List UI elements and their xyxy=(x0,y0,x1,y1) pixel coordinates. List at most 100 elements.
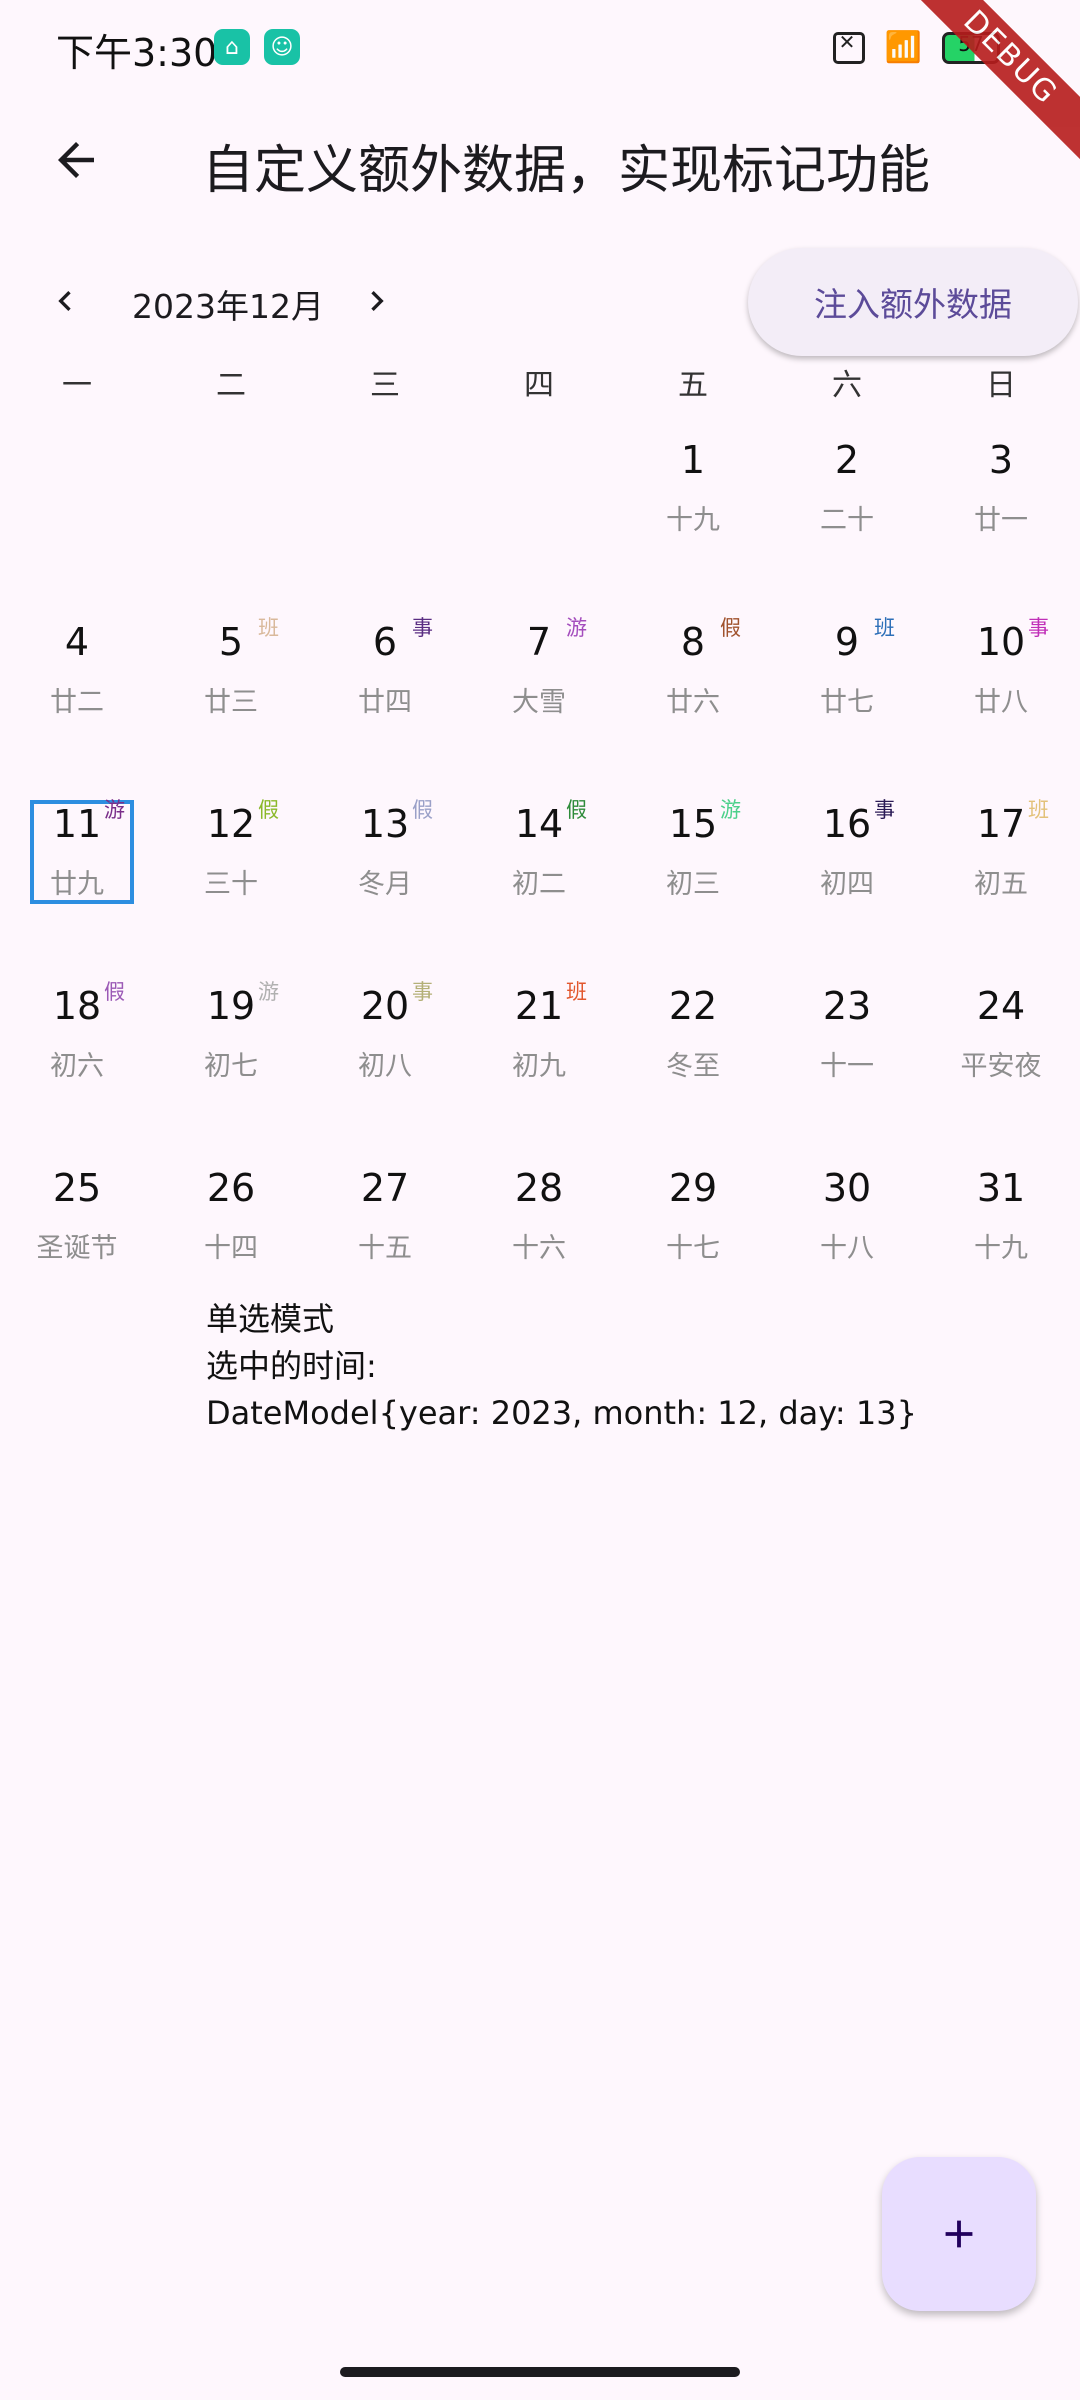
lunar-date: 初二 xyxy=(512,869,566,900)
day-number: 29 xyxy=(668,1166,718,1210)
lunar-date: 十六 xyxy=(512,1233,566,1264)
day-mark-badge: 假 xyxy=(104,980,125,1004)
day-number: 5 xyxy=(218,620,244,664)
day-number: 22 xyxy=(668,984,718,1028)
day-cell[interactable]: 23 十一 xyxy=(770,966,924,1148)
chevron-left-icon[interactable] xyxy=(38,274,92,328)
day-mark-badge: 事 xyxy=(874,798,895,822)
day-mark-badge: 游 xyxy=(720,798,741,822)
home-app-icon: ⌂ xyxy=(214,29,250,65)
lunar-date: 圣诞节 xyxy=(36,1233,118,1264)
day-number: 26 xyxy=(206,1166,256,1210)
lunar-date: 廿八 xyxy=(974,687,1028,718)
lunar-date: 十五 xyxy=(358,1233,412,1264)
day-cell[interactable]: 21 初九 班 xyxy=(462,966,616,1148)
day-cell[interactable]: 19 初七 游 xyxy=(154,966,308,1148)
day-number: 7 xyxy=(526,620,552,664)
day-cell[interactable]: 9 廿七 班 xyxy=(770,602,924,784)
day-mark-badge: 事 xyxy=(1028,616,1049,640)
lunar-date: 十八 xyxy=(820,1233,874,1264)
day-cell[interactable]: 20 初八 事 xyxy=(308,966,462,1148)
day-cell[interactable]: 24 平安夜 xyxy=(924,966,1078,1148)
day-cell[interactable]: 13 冬月 假 xyxy=(308,784,462,966)
no-sim-icon xyxy=(832,30,865,64)
day-cell[interactable]: 11 廿九 游 xyxy=(0,784,154,966)
lunar-date: 初六 xyxy=(50,1051,104,1082)
lunar-date: 初七 xyxy=(204,1051,258,1082)
day-mark-badge: 事 xyxy=(412,980,433,1004)
day-cell[interactable]: 2 二十 xyxy=(770,420,924,602)
lunar-date: 十七 xyxy=(666,1233,720,1264)
day-number: 17 xyxy=(976,802,1026,846)
lunar-date: 廿九 xyxy=(50,869,104,900)
day-number: 3 xyxy=(988,438,1014,482)
page-title: 自定义额外数据，实现标记功能 xyxy=(202,141,931,201)
day-number: 13 xyxy=(360,802,410,846)
day-number: 28 xyxy=(514,1166,564,1210)
day-number: 15 xyxy=(668,802,718,846)
lunar-date: 冬至 xyxy=(666,1051,720,1082)
app-bar: 自定义额外数据，实现标记功能 xyxy=(0,110,1080,210)
lunar-date: 三十 xyxy=(204,869,258,900)
lunar-date: 十九 xyxy=(974,1233,1028,1264)
day-cell[interactable]: 8 廿六 假 xyxy=(616,602,770,784)
day-number: 8 xyxy=(680,620,706,664)
day-mark-badge: 班 xyxy=(258,616,279,640)
day-cell[interactable]: 10 廿八 事 xyxy=(924,602,1078,784)
weekday-header: 一二三四五六日 xyxy=(0,360,1080,420)
day-cell[interactable]: 6 廿四 事 xyxy=(308,602,462,784)
day-cell[interactable]: 22 冬至 xyxy=(616,966,770,1148)
day-number: 18 xyxy=(52,984,102,1028)
lunar-date: 廿一 xyxy=(974,505,1028,536)
day-cell[interactable]: 7 大雪 游 xyxy=(462,602,616,784)
day-number: 11 xyxy=(52,802,102,846)
day-number: 12 xyxy=(206,802,256,846)
day-mark-badge: 游 xyxy=(258,980,279,1004)
day-cell[interactable]: 4 廿二 xyxy=(0,602,154,784)
day-number: 24 xyxy=(976,984,1026,1028)
day-mark-badge: 假 xyxy=(566,798,587,822)
gesture-nav-handle[interactable] xyxy=(340,2367,740,2377)
lunar-date: 平安夜 xyxy=(960,1051,1042,1082)
day-cell[interactable]: 1 十九 xyxy=(616,420,770,602)
add-button[interactable] xyxy=(882,2157,1036,2311)
day-cell[interactable]: 14 初二 假 xyxy=(462,784,616,966)
day-cell[interactable]: 25 圣诞节 xyxy=(0,1148,154,1330)
weekday-label: 二 xyxy=(216,368,246,403)
selection-mode-text: 单选模式 xyxy=(206,1300,335,1338)
day-number: 2 xyxy=(834,438,860,482)
day-number: 6 xyxy=(372,620,398,664)
lunar-date: 廿六 xyxy=(666,687,720,718)
lunar-date: 大雪 xyxy=(512,687,566,718)
weekday-label: 四 xyxy=(524,368,554,403)
day-cell[interactable]: 15 初三 游 xyxy=(616,784,770,966)
day-cell[interactable]: 31 十九 xyxy=(924,1148,1078,1330)
day-cell[interactable]: 16 初四 事 xyxy=(770,784,924,966)
month-navigation: 2023年12月 注入额外数据 xyxy=(0,248,1080,356)
selected-time-label: 选中的时间: xyxy=(206,1347,377,1385)
lunar-date: 廿二 xyxy=(50,687,104,718)
chevron-right-icon[interactable] xyxy=(350,274,404,328)
back-arrow-icon[interactable] xyxy=(40,124,112,196)
day-cell[interactable]: 3 廿一 xyxy=(924,420,1078,602)
status-time: 下午3:30 xyxy=(56,31,218,75)
lunar-date: 十四 xyxy=(204,1233,258,1264)
day-mark-badge: 假 xyxy=(720,616,741,640)
month-label: 2023年12月 xyxy=(132,287,324,326)
inject-extra-data-button[interactable]: 注入额外数据 xyxy=(748,248,1078,356)
selected-time-value: DateModel{year: 2023, month: 12, day: 13… xyxy=(206,1394,917,1432)
day-number: 30 xyxy=(822,1166,872,1210)
day-cell[interactable]: 18 初六 假 xyxy=(0,966,154,1148)
day-number: 31 xyxy=(976,1166,1026,1210)
day-number: 20 xyxy=(360,984,410,1028)
day-cell[interactable]: 5 廿三 班 xyxy=(154,602,308,784)
weekday-label: 一 xyxy=(62,368,92,403)
day-number: 14 xyxy=(514,802,564,846)
day-cell[interactable]: 12 三十 假 xyxy=(154,784,308,966)
day-mark-badge: 班 xyxy=(566,980,587,1004)
day-cell[interactable]: 17 初五 班 xyxy=(924,784,1078,966)
day-number: 9 xyxy=(834,620,860,664)
day-number: 25 xyxy=(52,1166,102,1210)
weekday-label: 五 xyxy=(678,368,708,403)
lunar-date: 初八 xyxy=(358,1051,412,1082)
